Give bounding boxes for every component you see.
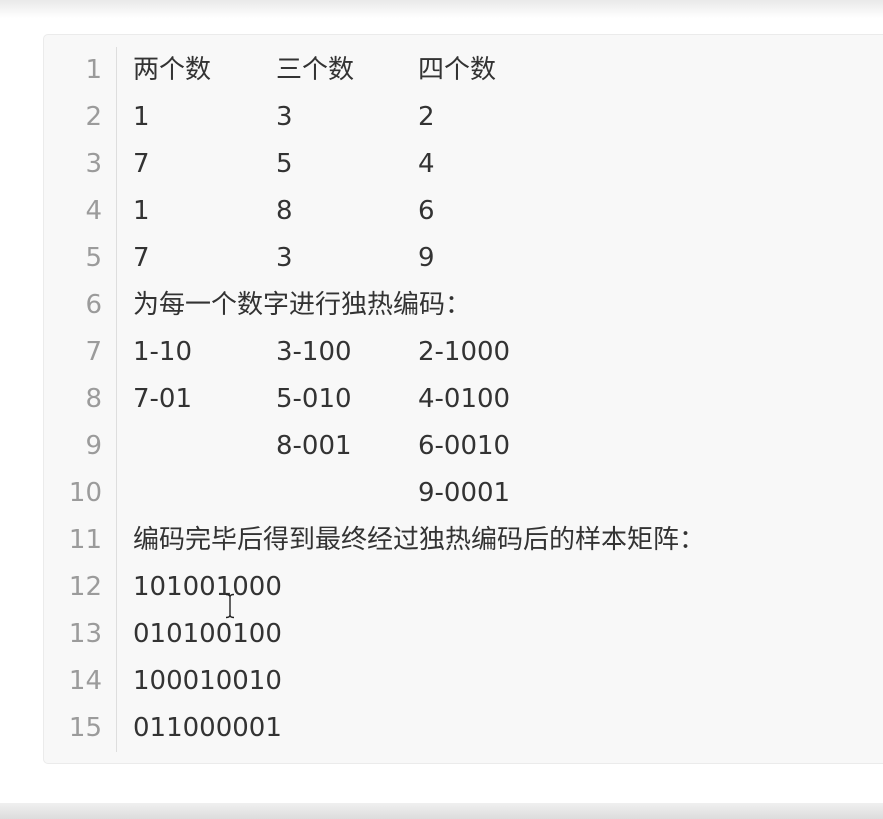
code-cell: 5-010 [276, 384, 352, 414]
code-line: 11 编码完毕后得到最终经过独热编码后的样本矩阵： [0, 517, 883, 564]
line-number: 7 [85, 337, 102, 367]
code-cell: 100010010 [133, 666, 282, 696]
code-line: 14 100010010 [0, 658, 883, 705]
line-number: 6 [85, 290, 102, 320]
code-cell: 3-100 [276, 337, 352, 367]
code-line: 12 101001000 [0, 564, 883, 611]
code-cell: 8-001 [276, 431, 352, 461]
code-cell: 为每一个数字进行独热编码： [133, 290, 472, 320]
code-cell: 2-1000 [418, 337, 511, 367]
code-cell: 1 [133, 102, 150, 132]
code-cell: 9 [418, 243, 435, 273]
code-cell: 3 [276, 102, 293, 132]
code-line: 10 9-0001 [0, 470, 883, 517]
code-cell: 4-0100 [418, 384, 511, 414]
page: 1 两个数 三个数 四个数 2 1 3 2 3 7 5 4 4 1 8 6 5 … [0, 0, 883, 819]
code-cell: 3 [276, 243, 293, 273]
text-cursor-icon [225, 593, 235, 619]
code-cell: 2 [418, 102, 435, 132]
code-line: 8 7-01 5-010 4-0100 [0, 376, 883, 423]
code-cell: 101001000 [133, 572, 282, 602]
line-number: 13 [68, 619, 102, 649]
code-line: 3 7 5 4 [0, 141, 883, 188]
code-cell: 011000001 [133, 713, 282, 743]
line-number: 12 [68, 572, 102, 602]
line-number: 1 [85, 55, 102, 85]
code-cell: 9-0001 [418, 478, 511, 508]
line-number: 11 [68, 525, 102, 555]
code-cell: 1 [133, 196, 150, 226]
line-number: 15 [68, 713, 102, 743]
code-line: 15 011000001 [0, 705, 883, 752]
code-cell: 1-10 [133, 337, 193, 367]
code-cell: 6-0010 [418, 431, 511, 461]
code-cell: 编码完毕后得到最终经过独热编码后的样本矩阵： [133, 525, 706, 555]
line-number: 9 [85, 431, 102, 461]
window-bottom-bar [0, 803, 883, 819]
code-cell: 4 [418, 149, 435, 179]
line-number: 4 [85, 196, 102, 226]
code-cell: 三个数 [276, 55, 355, 85]
code-line: 4 1 8 6 [0, 188, 883, 235]
window-top-shadow [0, 0, 883, 18]
code-cell: 010100100 [133, 619, 282, 649]
code-cell: 两个数 [133, 55, 212, 85]
line-number: 14 [68, 666, 102, 696]
code-cell: 7 [133, 149, 150, 179]
code-cell: 7 [133, 243, 150, 273]
line-number: 5 [85, 243, 102, 273]
code-cell: 7-01 [133, 384, 193, 414]
code-line: 1 两个数 三个数 四个数 [0, 47, 883, 94]
code-line: 5 7 3 9 [0, 235, 883, 282]
code-cell: 8 [276, 196, 293, 226]
code-cell: 四个数 [418, 55, 497, 85]
code-cell: 5 [276, 149, 293, 179]
line-number: 8 [85, 384, 102, 414]
line-number: 2 [85, 102, 102, 132]
code-line: 6 为每一个数字进行独热编码： [0, 282, 883, 329]
line-number: 10 [68, 478, 102, 508]
code-line: 9 8-001 6-0010 [0, 423, 883, 470]
code-line: 7 1-10 3-100 2-1000 [0, 329, 883, 376]
line-number: 3 [85, 149, 102, 179]
code-line: 2 1 3 2 [0, 94, 883, 141]
code-line: 13 010100100 [0, 611, 883, 658]
code-cell: 6 [418, 196, 435, 226]
